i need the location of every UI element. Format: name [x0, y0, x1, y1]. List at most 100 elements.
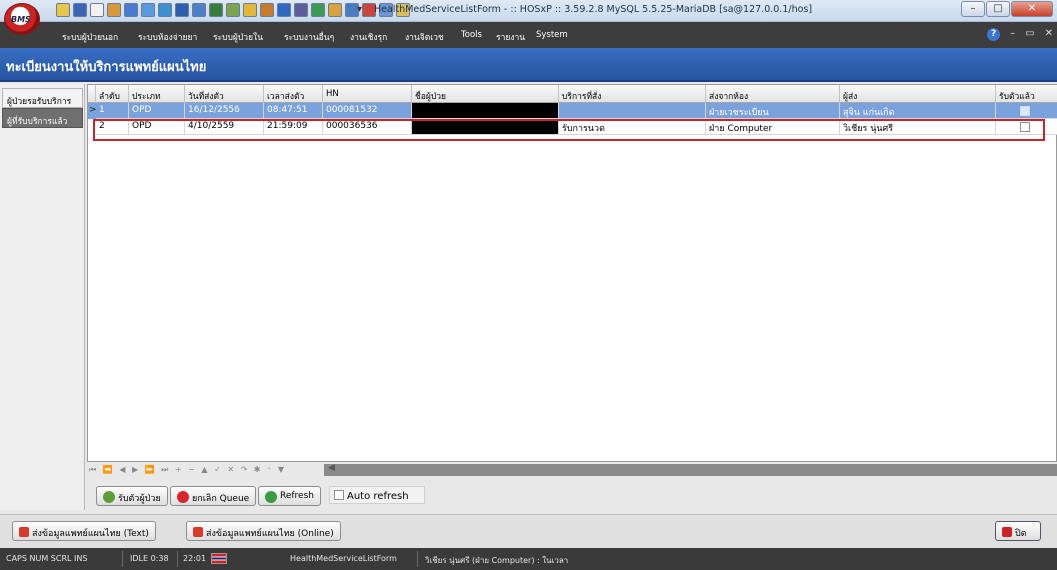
- quick-icon-2[interactable]: [73, 3, 87, 17]
- quick-icon-6[interactable]: [141, 3, 155, 17]
- menu-item-psychiatry[interactable]: งานจิตเวช: [405, 30, 444, 44]
- grid-navigator[interactable]: ⏮ ⏪ ◀ ▶ ⏩ ⏭ + − ▲ ✓ ✕ ↷ ✱ ⁺ ▼: [89, 465, 286, 475]
- status-time: 22:01: [183, 554, 207, 563]
- cancel-queue-label: ยกเลิก Queue: [192, 494, 250, 504]
- refresh-button[interactable]: Refresh: [258, 486, 321, 506]
- tab-waiting-patients[interactable]: ผู้ป่วยรอรับบริการ: [2, 88, 83, 108]
- quick-icon-9[interactable]: [192, 3, 206, 17]
- quick-access-dropdown-icon[interactable]: ▾: [357, 4, 362, 15]
- send-arrow-icon: [193, 527, 203, 537]
- cell-type[interactable]: OPD: [129, 103, 185, 119]
- send-online-label: ส่งข้อมูลแพทย์แผนไทย (Online): [206, 529, 334, 539]
- cell-time[interactable]: 08:47:51: [264, 103, 323, 119]
- person-icon: [103, 491, 115, 503]
- status-separator: [177, 551, 178, 567]
- mdi-close-button[interactable]: ✕: [1045, 28, 1053, 41]
- status-keys: CAPS NUM SCRL INS: [6, 554, 88, 563]
- mdi-restore-button[interactable]: ▭: [1025, 28, 1034, 41]
- column-header-sender[interactable]: ผู้ส่ง: [840, 85, 996, 103]
- cell-service[interactable]: [559, 103, 706, 119]
- cell-hn[interactable]: 000081532: [323, 103, 412, 119]
- maximize-window-button[interactable]: □: [986, 1, 1010, 17]
- window-controls: – □ ✕: [961, 1, 1053, 17]
- quick-icon-14[interactable]: [277, 3, 291, 17]
- send-text-button[interactable]: ส่งข้อมูลแพทย์แผนไทย (Text): [12, 521, 156, 541]
- menu-item-proactive[interactable]: งานเชิงรุก: [350, 30, 387, 44]
- close-window-button[interactable]: ✕: [1011, 1, 1053, 17]
- scroll-left-icon[interactable]: ◀: [328, 463, 335, 473]
- status-separator: [122, 551, 123, 567]
- send-arrow-icon: [19, 527, 29, 537]
- bms-logo[interactable]: BMS: [4, 3, 40, 35]
- cell-sender[interactable]: สุจิน แก่นเกิด: [840, 103, 996, 119]
- cell-from-room[interactable]: ฝ่ายเวชระเบียน: [706, 103, 840, 119]
- quick-icon-5[interactable]: [124, 3, 138, 17]
- quick-icon-17[interactable]: [328, 3, 342, 17]
- table-row[interactable]: > 1 OPD 16/12/2556 08:47:51 000081532 ฝ่…: [88, 103, 1057, 119]
- cancel-icon: [177, 491, 189, 503]
- mdi-minimize-button[interactable]: –: [1010, 28, 1015, 41]
- grid-indicator-header: [88, 85, 96, 103]
- menu-item-ipd[interactable]: ระบบผู้ป่วยใน: [213, 30, 263, 44]
- auto-refresh-option[interactable]: Auto refresh: [329, 486, 425, 504]
- menu-item-reports[interactable]: รายงาน: [496, 30, 525, 44]
- close-form-button[interactable]: ปิด: [995, 521, 1041, 541]
- column-header-from-room[interactable]: ส่งจากห้อง: [706, 85, 840, 103]
- quick-icon-11[interactable]: [226, 3, 240, 17]
- quick-icon-13[interactable]: [260, 3, 274, 17]
- refresh-icon: [265, 491, 277, 503]
- send-online-button[interactable]: ส่งข้อมูลแพทย์แผนไทย (Online): [186, 521, 341, 541]
- column-header-date[interactable]: วันที่ส่งตัว: [185, 85, 264, 103]
- status-idle: IDLE 0:38: [130, 554, 169, 563]
- quick-icon-15[interactable]: [294, 3, 308, 17]
- menu-item-pharmacy[interactable]: ระบบห้องจ่ายยา: [138, 30, 197, 44]
- send-text-label: ส่งข้อมูลแพทย์แผนไทย (Text): [32, 529, 149, 539]
- receive-patient-label: รับตัวผู้ป่วย: [118, 494, 161, 504]
- status-separator: [417, 551, 418, 567]
- menu-item-opd[interactable]: ระบบผู้ป่วยนอก: [62, 30, 118, 44]
- highlight-frame: [93, 119, 1045, 141]
- cell-date[interactable]: 16/12/2556: [185, 103, 264, 119]
- cell-no[interactable]: 1: [96, 103, 129, 119]
- status-bar: CAPS NUM SCRL INS IDLE 0:38 22:01 Health…: [0, 548, 1057, 570]
- quick-icon-7[interactable]: [158, 3, 172, 17]
- help-icon[interactable]: ?: [987, 28, 1001, 41]
- auto-refresh-checkbox[interactable]: [334, 490, 344, 500]
- received-checkbox[interactable]: [1020, 106, 1030, 116]
- sidebar: ผู้ป่วยรอรับบริการ ผู้ที่รับบริการแล้ว: [0, 84, 85, 510]
- column-header-received[interactable]: รับตัวแล้ว: [996, 85, 1057, 103]
- refresh-label: Refresh: [280, 491, 314, 501]
- window-title: HealthMedServiceListForm - :: HOSxP :: 3…: [374, 4, 813, 15]
- close-form-label: ปิด: [1015, 529, 1027, 539]
- status-form-name: HealthMedServiceListForm: [290, 554, 397, 563]
- form-header: ทะเบียนงานให้บริการแพทย์แผนไทย: [0, 48, 1057, 82]
- quick-icon-16[interactable]: [311, 3, 325, 17]
- receive-patient-button[interactable]: รับตัวผู้ป่วย: [96, 486, 168, 506]
- column-header-type[interactable]: ประเภท: [129, 85, 185, 103]
- bottom-toolbar: [0, 514, 1057, 548]
- menu-bar: ระบบผู้ป่วยนอก ระบบห้องจ่ายยา ระบบผู้ป่ว…: [0, 22, 1057, 48]
- column-header-patient-name[interactable]: ชื่อผู้ป่วย: [412, 85, 559, 103]
- quick-icon-10[interactable]: [209, 3, 223, 17]
- cancel-queue-button[interactable]: ยกเลิก Queue: [170, 486, 257, 506]
- auto-refresh-label: Auto refresh: [347, 491, 409, 502]
- column-header-hn[interactable]: HN: [323, 85, 412, 103]
- quick-icon-12[interactable]: [243, 3, 257, 17]
- minimize-window-button[interactable]: –: [961, 1, 985, 17]
- page-title: ทะเบียนงานให้บริการแพทย์แผนไทย: [6, 60, 207, 75]
- quick-icon-3[interactable]: [90, 3, 104, 17]
- column-header-time[interactable]: เวลาส่งตัว: [264, 85, 323, 103]
- column-header-no[interactable]: ลำดับ: [96, 85, 129, 103]
- menu-item-system[interactable]: System: [536, 30, 568, 40]
- cell-patient-name-redacted[interactable]: [412, 103, 559, 119]
- menu-item-other[interactable]: ระบบงานอื่นๆ: [284, 30, 334, 44]
- quick-icon-8[interactable]: [175, 3, 189, 17]
- quick-icon-1[interactable]: [56, 3, 70, 17]
- quick-icon-4[interactable]: [107, 3, 121, 17]
- status-user: วิเชียร นุ่นศรี (ฝ่าย Computer) : ในเวลา: [425, 556, 569, 565]
- tab-served-patients[interactable]: ผู้ที่รับบริการแล้ว: [2, 108, 83, 128]
- horizontal-scrollbar[interactable]: ◀: [324, 463, 1057, 476]
- menu-item-tools[interactable]: Tools: [461, 30, 482, 40]
- title-bar: BMS ▾ HealthMedServiceListForm - :: HOSx…: [0, 0, 1057, 35]
- column-header-service[interactable]: บริการที่สั่ง: [559, 85, 706, 103]
